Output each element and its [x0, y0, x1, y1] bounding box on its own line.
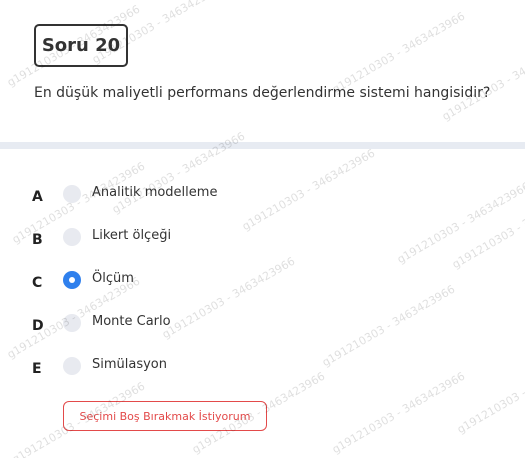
- option-a[interactable]: A Analitik modelleme: [0, 184, 525, 214]
- option-label[interactable]: Simülasyon: [92, 357, 167, 372]
- option-radio[interactable]: [63, 228, 81, 246]
- option-letter: E: [32, 361, 42, 377]
- option-letter: B: [32, 232, 43, 248]
- option-radio-selected[interactable]: [63, 271, 81, 289]
- leave-blank-button[interactable]: Seçimi Boş Bırakmak İstiyorum: [63, 401, 267, 431]
- option-radio[interactable]: [63, 357, 81, 375]
- option-letter: D: [32, 318, 44, 334]
- section-divider: [0, 142, 525, 149]
- option-letter: A: [32, 189, 43, 205]
- option-letter: C: [32, 275, 43, 291]
- option-label[interactable]: Analitik modelleme: [92, 185, 217, 200]
- option-label[interactable]: Ölçüm: [92, 271, 134, 286]
- question-number-badge: Soru 20: [34, 24, 128, 67]
- option-label[interactable]: Monte Carlo: [92, 314, 171, 329]
- option-label[interactable]: Likert ölçeği: [92, 228, 171, 243]
- option-c[interactable]: C Ölçüm: [0, 270, 525, 300]
- question-text: En düşük maliyetli performans değerlendi…: [34, 85, 491, 101]
- option-e[interactable]: E Simülasyon: [0, 356, 525, 386]
- option-d[interactable]: D Monte Carlo: [0, 313, 525, 343]
- option-radio[interactable]: [63, 185, 81, 203]
- question-section: Soru 20 En düşük maliyetli performans de…: [0, 0, 525, 142]
- quiz-page: Soru 20 En düşük maliyetli performans de…: [0, 0, 525, 458]
- option-b[interactable]: B Likert ölçeği: [0, 227, 525, 257]
- option-radio[interactable]: [63, 314, 81, 332]
